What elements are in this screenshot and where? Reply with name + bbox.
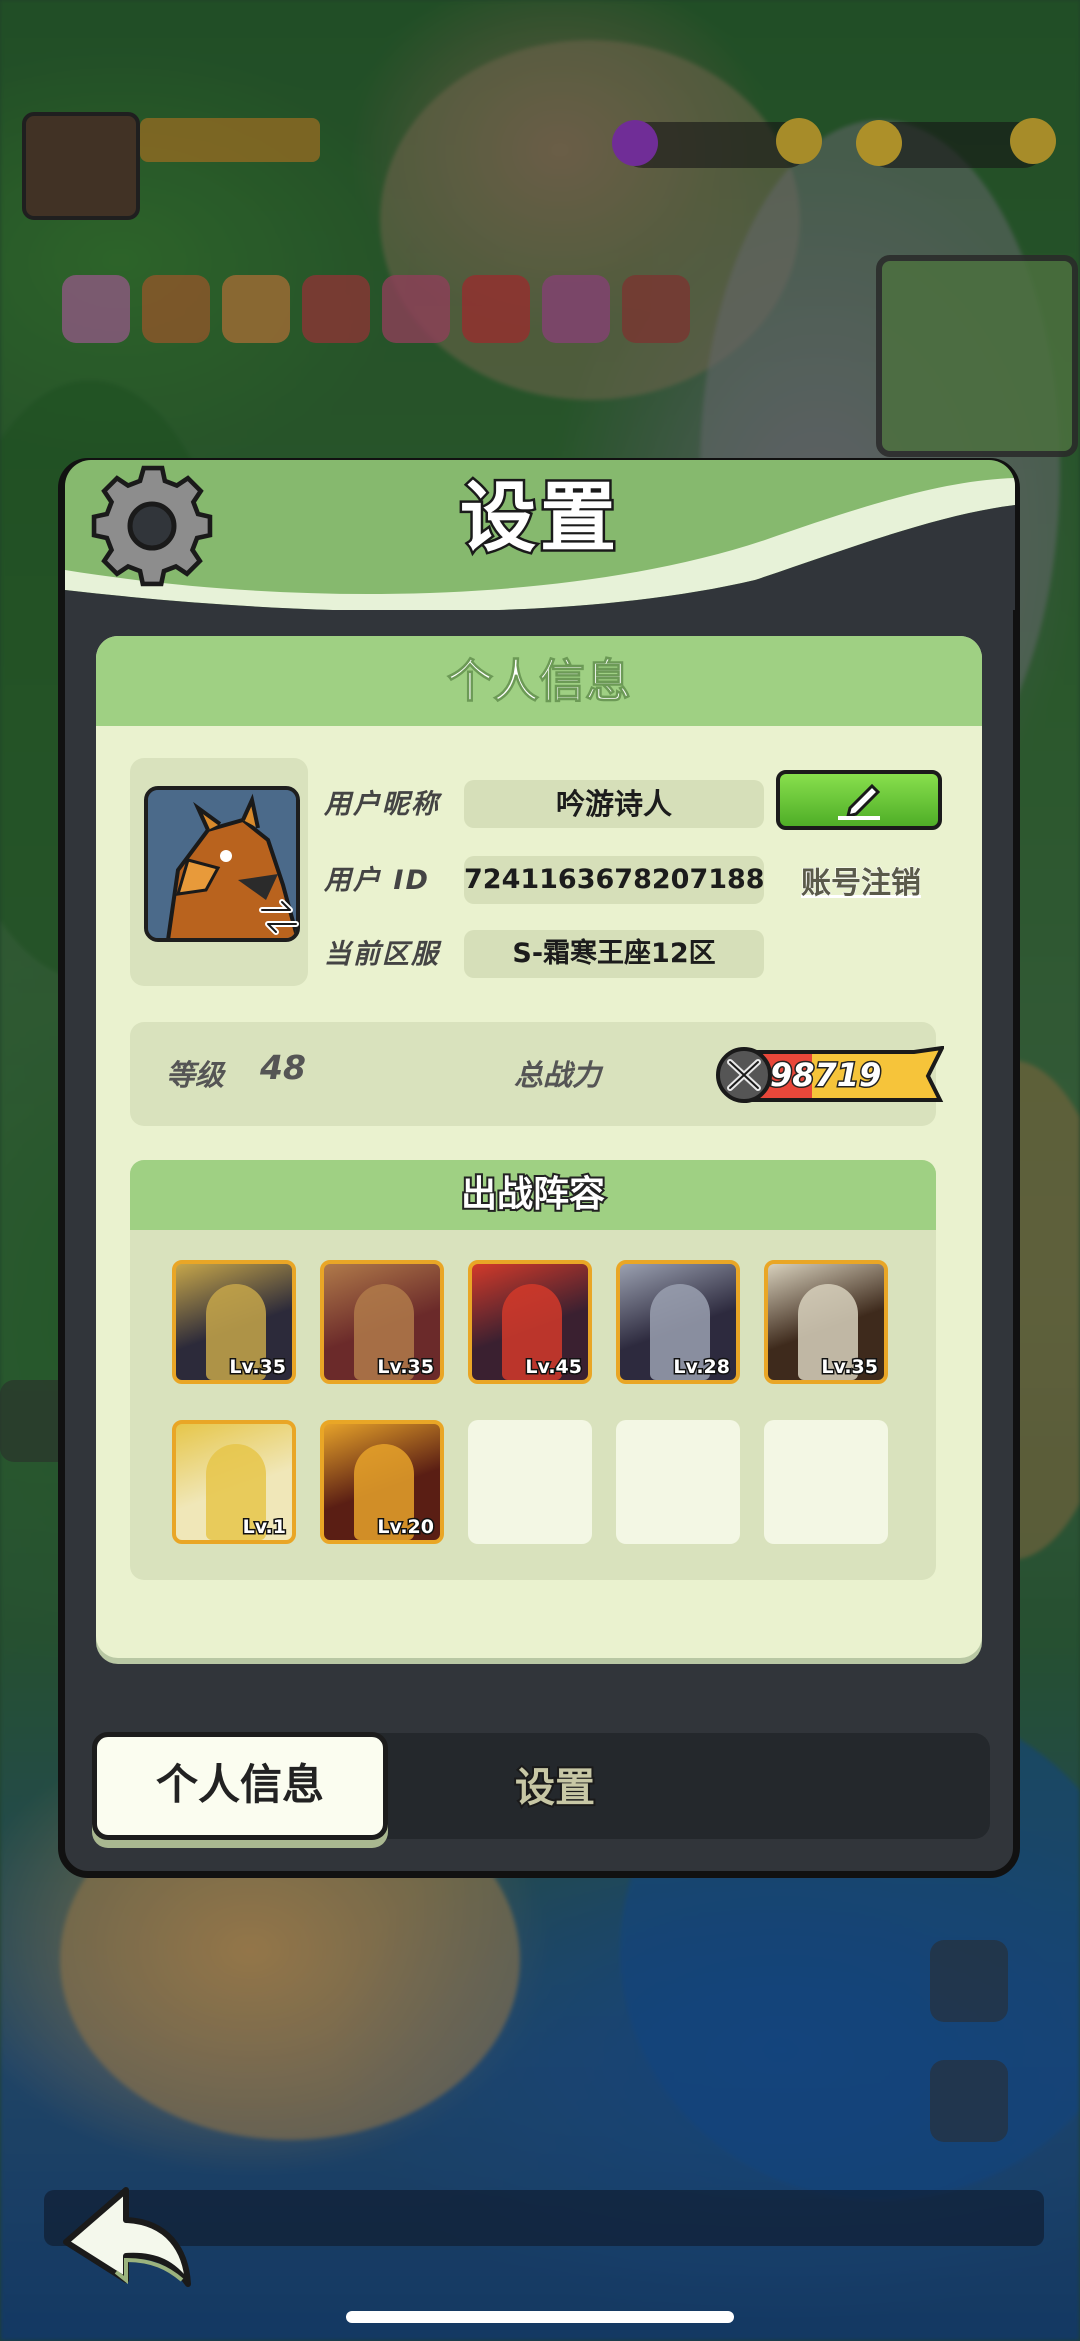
back-arrow-icon[interactable] bbox=[56, 2180, 196, 2290]
hero-level: Lv.45 bbox=[524, 1355, 584, 1380]
power-label: 总战力 bbox=[514, 1058, 602, 1092]
card-header: 个人信息 bbox=[96, 636, 982, 726]
server-field: S-霜寒王座12区 bbox=[464, 930, 764, 978]
server-label: 当前区服 bbox=[324, 939, 440, 970]
user-id-field: 7241163678207188 bbox=[464, 856, 765, 904]
avatar-box[interactable] bbox=[130, 758, 308, 986]
hero-level: Lv.35 bbox=[820, 1355, 880, 1380]
hero-slot[interactable]: Lv.28 bbox=[616, 1260, 740, 1384]
hero-slot[interactable]: Lv.35 bbox=[320, 1260, 444, 1384]
nickname-field: 吟游诗人 bbox=[464, 780, 764, 828]
user-id-label: 用户 ID bbox=[324, 865, 430, 896]
hero-slot[interactable]: Lv.45 bbox=[468, 1260, 592, 1384]
tab-settings[interactable]: 设置 bbox=[440, 1740, 670, 1836]
power-value: 98719 bbox=[769, 1055, 883, 1096]
home-indicator[interactable] bbox=[346, 2311, 734, 2323]
swap-icon[interactable] bbox=[256, 894, 302, 940]
stats-row: 等级 48 总战力 98719 bbox=[130, 1022, 944, 1126]
personal-info-card: 个人信息 用户昵称 吟游诗人 用户 ID 7241163678207188 账号… bbox=[96, 636, 982, 1658]
page-title: 设置 bbox=[458, 471, 620, 565]
hero-level: Lv.28 bbox=[672, 1355, 732, 1380]
edit-pencil-icon bbox=[838, 783, 881, 820]
account-delete-link[interactable]: 账号注销 bbox=[786, 858, 936, 902]
hero-slot[interactable]: Lv.20 bbox=[320, 1420, 444, 1544]
empty-hero-slot[interactable] bbox=[764, 1420, 888, 1544]
lineup-header: 出战阵容 bbox=[130, 1160, 936, 1230]
edit-nickname-button[interactable] bbox=[776, 770, 942, 830]
hero-slot[interactable]: Lv.35 bbox=[764, 1260, 888, 1384]
hero-slot[interactable]: Lv.35 bbox=[172, 1260, 296, 1384]
empty-hero-slot[interactable] bbox=[468, 1420, 592, 1544]
gear-icon bbox=[91, 465, 213, 587]
level-label: 等级 bbox=[166, 1058, 225, 1092]
nickname-label: 用户昵称 bbox=[324, 789, 440, 820]
hero-slot[interactable]: Lv.1 bbox=[172, 1420, 296, 1544]
empty-hero-slot[interactable] bbox=[616, 1420, 740, 1544]
tab-personal-info[interactable]: 个人信息 bbox=[92, 1732, 388, 1840]
hero-level: Lv.35 bbox=[228, 1355, 288, 1380]
level-value: 48 bbox=[260, 1048, 306, 1087]
hero-level: Lv.20 bbox=[376, 1515, 436, 1540]
hero-level: Lv.35 bbox=[376, 1355, 436, 1380]
hero-level: Lv.1 bbox=[241, 1515, 287, 1540]
lineup-panel: 出战阵容 Lv.35 Lv.35 Lv.45 Lv.28 Lv.35 Lv.1 Lv.20 bbox=[130, 1160, 936, 1580]
